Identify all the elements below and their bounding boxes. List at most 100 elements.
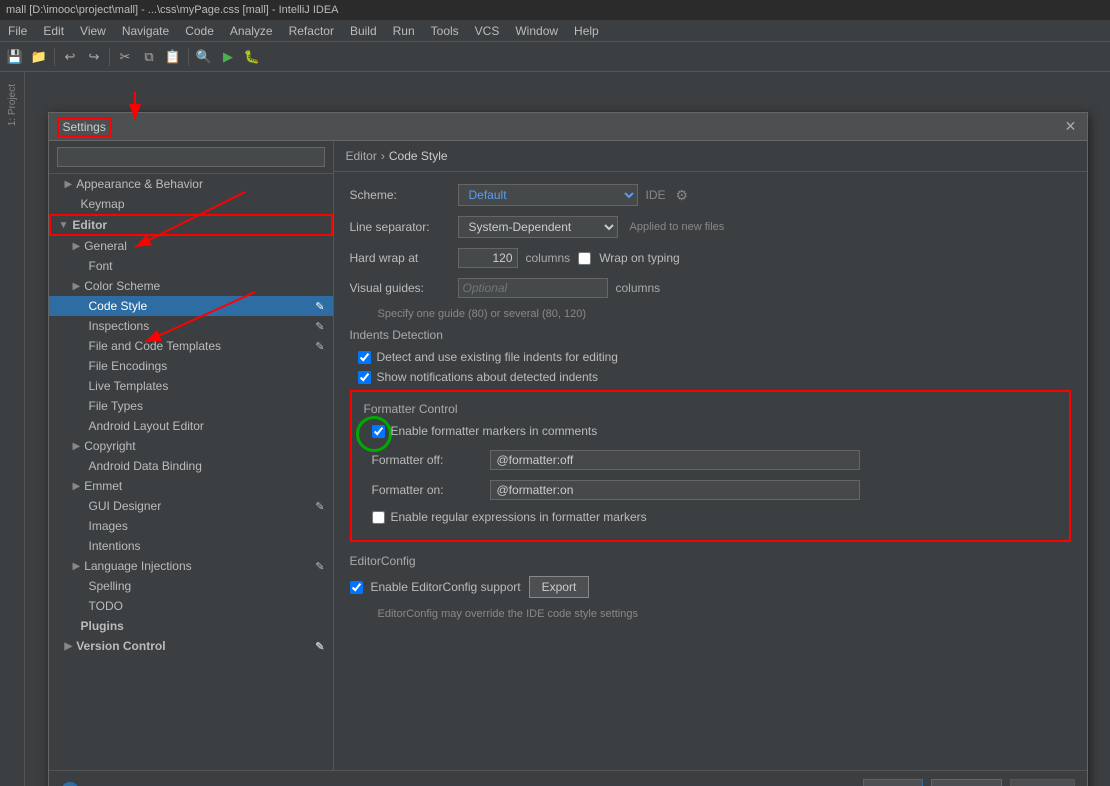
sidebar-item-images[interactable]: Images <box>49 516 333 536</box>
menu-analyze[interactable]: Analyze <box>222 22 281 40</box>
menu-edit[interactable]: Edit <box>35 22 72 40</box>
menu-bar: File Edit View Navigate Code Analyze Ref… <box>0 20 1110 42</box>
scheme-row: Scheme: Default IDE ⚙ <box>350 184 1071 206</box>
toolbar-sep1 <box>54 48 55 66</box>
toolbar-cut[interactable]: ✂ <box>114 46 136 68</box>
formatter-enable-label: Enable formatter markers in comments <box>391 424 598 438</box>
menu-run[interactable]: Run <box>385 22 423 40</box>
hard-wrap-input[interactable] <box>458 248 518 268</box>
menu-code[interactable]: Code <box>177 22 222 40</box>
breadcrumb: Editor › Code Style <box>334 141 1087 172</box>
cancel-button[interactable]: Cancel <box>931 779 1002 786</box>
toolbar-paste[interactable]: 📋 <box>162 46 184 68</box>
arrow-icon: ▶ <box>65 179 73 190</box>
menu-refactor[interactable]: Refactor <box>281 22 342 40</box>
sidebar-item-emmet[interactable]: ▶ Emmet <box>49 476 333 496</box>
detect-indents-checkbox[interactable] <box>358 351 371 364</box>
menu-view[interactable]: View <box>72 22 114 40</box>
formatter-off-label: Formatter off: <box>372 453 482 467</box>
menu-file[interactable]: File <box>0 22 35 40</box>
arrow-icon: ▶ <box>65 641 73 652</box>
sidebar-item-editor[interactable]: ▼ Editor <box>49 214 333 236</box>
edit-icon: ✎ <box>315 500 324 513</box>
sidebar-item-android-layout[interactable]: Android Layout Editor <box>49 416 333 436</box>
breadcrumb-sep: › <box>381 149 385 163</box>
sidebar-item-copyright[interactable]: ▶ Copyright <box>49 436 333 456</box>
editorconfig-checkbox[interactable] <box>350 581 363 594</box>
apply-button[interactable]: Apply <box>1010 779 1074 786</box>
menu-window[interactable]: Window <box>507 22 566 40</box>
toolbar-run[interactable]: ▶ <box>217 46 239 68</box>
menu-vcs[interactable]: VCS <box>467 22 508 40</box>
export-button[interactable]: Export <box>529 576 590 598</box>
edit-icon: ✎ <box>315 560 324 573</box>
formatter-enable-checkbox[interactable] <box>372 425 385 438</box>
dialog-close-button[interactable]: ✕ <box>1063 119 1079 135</box>
menu-tools[interactable]: Tools <box>423 22 467 40</box>
sidebar-item-label: Keymap <box>81 197 125 211</box>
sidebar-item-label: Plugins <box>81 619 124 633</box>
sidebar-item-label: Live Templates <box>89 379 169 393</box>
formatter-on-input[interactable] <box>490 480 860 500</box>
sidebar-item-file-encodings[interactable]: File Encodings <box>49 356 333 376</box>
formatter-on-label: Formatter on: <box>372 483 482 497</box>
sidebar-item-gui-designer[interactable]: GUI Designer ✎ <box>49 496 333 516</box>
line-sep-select[interactable]: System-Dependent <box>458 216 618 238</box>
settings-dialog: Settings ✕ ▶ Appearanc <box>48 112 1088 786</box>
settings-search-input[interactable] <box>57 147 325 167</box>
line-sep-label: Line separator: <box>350 220 450 234</box>
sidebar-item-file-code-templates[interactable]: File and Code Templates ✎ <box>49 336 333 356</box>
toolbar-copy[interactable]: ⧉ <box>138 46 160 68</box>
sidebar-item-font[interactable]: Font <box>49 256 333 276</box>
formatter-control-title: Formatter Control <box>364 402 1057 416</box>
sidebar-item-label: Intentions <box>89 539 141 553</box>
editorconfig-note: EditorConfig may override the IDE code s… <box>350 608 1071 620</box>
content-panel: Editor › Code Style Scheme: Default <box>334 141 1087 770</box>
formatter-off-input[interactable] <box>490 450 860 470</box>
wrap-on-typing-checkbox[interactable] <box>578 252 591 265</box>
visual-guides-hint: Specify one guide (80) or several (80, 1… <box>350 308 1071 320</box>
sidebar-item-general[interactable]: ▶ General <box>49 236 333 256</box>
sidebar-item-todo[interactable]: TODO <box>49 596 333 616</box>
sidebar-item-version-control[interactable]: ▶ Version Control ✎ <box>49 636 333 656</box>
sidebar-item-appearance[interactable]: ▶ Appearance & Behavior <box>49 174 333 194</box>
sidebar-item-label: Font <box>89 259 113 273</box>
sidebar-item-intentions[interactable]: Intentions <box>49 536 333 556</box>
sidebar-item-language-injections[interactable]: ▶ Language Injections ✎ <box>49 556 333 576</box>
toolbar-undo[interactable]: ↩ <box>59 46 81 68</box>
toolbar-open[interactable]: 📁 <box>28 46 50 68</box>
menu-build[interactable]: Build <box>342 22 385 40</box>
dialog-footer: i OK Cancel Apply <box>49 770 1087 786</box>
scheme-select[interactable]: Default <box>458 184 638 206</box>
formatter-enable-row: Enable formatter markers in comments <box>364 424 598 438</box>
sidebar-item-inspections[interactable]: Inspections ✎ <box>49 316 333 336</box>
sidebar-item-label: TODO <box>89 599 123 613</box>
sidebar-item-spelling[interactable]: Spelling <box>49 576 333 596</box>
help-button[interactable]: i <box>61 782 79 786</box>
formatter-regex-label: Enable regular expressions in formatter … <box>391 510 647 524</box>
toolbar-find[interactable]: 🔍 <box>193 46 215 68</box>
formatter-off-row: Formatter off: <box>364 450 1057 470</box>
toolbar-sep3 <box>188 48 189 66</box>
sidebar-item-file-types[interactable]: File Types <box>49 396 333 416</box>
menu-navigate[interactable]: Navigate <box>114 22 177 40</box>
sidebar-item-live-templates[interactable]: Live Templates <box>49 376 333 396</box>
notify-indents-checkbox[interactable] <box>358 371 371 384</box>
sidebar-item-keymap[interactable]: Keymap <box>49 194 333 214</box>
sidebar-item-label: Emmet <box>84 479 122 493</box>
sidebar-item-label: Spelling <box>89 579 132 593</box>
toolbar-debug[interactable]: 🐛 <box>241 46 263 68</box>
project-label: 1: Project <box>7 84 18 126</box>
menu-help[interactable]: Help <box>566 22 607 40</box>
sidebar-item-android-data[interactable]: Android Data Binding <box>49 456 333 476</box>
edit-icon: ✎ <box>315 300 324 313</box>
formatter-regex-checkbox[interactable] <box>372 511 385 524</box>
toolbar-save[interactable]: 💾 <box>4 46 26 68</box>
sidebar-item-code-style[interactable]: Code Style ✎ <box>49 296 333 316</box>
toolbar-redo[interactable]: ↪ <box>83 46 105 68</box>
sidebar-item-color-scheme[interactable]: ▶ Color Scheme <box>49 276 333 296</box>
gear-button[interactable]: ⚙ <box>674 185 691 206</box>
ok-button[interactable]: OK <box>863 779 923 786</box>
sidebar-item-plugins[interactable]: Plugins <box>49 616 333 636</box>
visual-guides-input[interactable] <box>458 278 608 298</box>
